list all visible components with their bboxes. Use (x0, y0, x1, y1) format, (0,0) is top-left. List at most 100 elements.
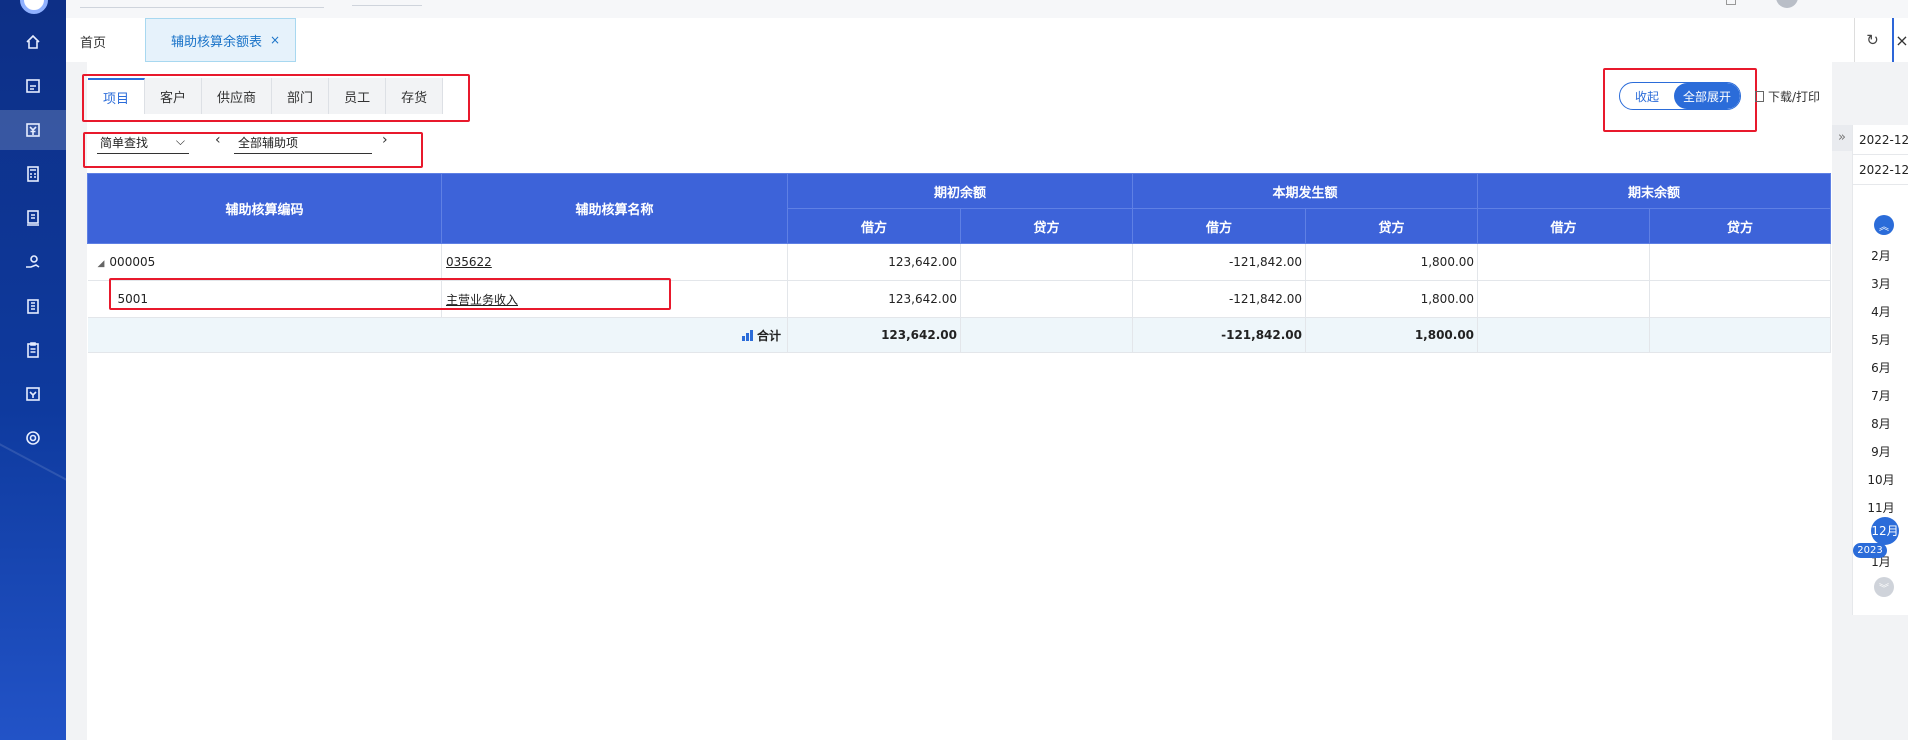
month-item[interactable]: 7月 (1853, 387, 1908, 404)
hand-coin-icon (26, 255, 40, 268)
month-item[interactable]: 9月 (1853, 443, 1908, 460)
refresh-icon[interactable]: ↻ (1854, 18, 1890, 62)
cell-open-credit (960, 243, 1134, 281)
header-closing-debit: 借方 (1477, 208, 1651, 244)
nav-settings[interactable] (0, 418, 66, 458)
table-row[interactable]: ◢ 000005 035622 123,642.00 -121,842.00 1,… (87, 243, 1832, 281)
month-item[interactable]: 4月 (1853, 303, 1908, 320)
prev-arrow-icon[interactable]: ‹ (215, 132, 221, 148)
header-opening-credit: 贷方 (959, 208, 1134, 244)
subtab-department[interactable]: 部门 (272, 78, 330, 114)
main-content: 项目 客户 供应商 部门 员工 存货 简单查找 ⌵ ‹ 全部辅助项 › 收起 全… (82, 62, 1832, 740)
total-period-credit: 1,800.00 (1305, 317, 1479, 353)
report-icon (27, 210, 39, 226)
logo (20, 0, 48, 14)
close-all-icon[interactable]: × (1892, 18, 1908, 62)
panel-expand-icon[interactable]: » (1832, 125, 1852, 151)
tree-collapse-icon[interactable]: ◢ (98, 259, 105, 269)
balance-table: 辅助核算编码 辅助核算名称 期初余额 本期发生额 期末余额 借方 贷方 借方 贷… (87, 173, 1832, 353)
top-bar (66, 0, 1908, 18)
chevron-down-icon[interactable]: ︾ (1874, 577, 1894, 597)
tab-home[interactable]: 首页 (80, 32, 106, 51)
subtab-project[interactable]: 项目 (88, 78, 146, 114)
invoice-icon (26, 387, 40, 401)
avatar[interactable] (1776, 0, 1798, 8)
yuan-icon (26, 123, 40, 137)
cell-period-debit: -121,842.00 (1132, 243, 1307, 281)
total-open-debit: 123,642.00 (787, 317, 961, 353)
lock-icon[interactable] (1726, 0, 1736, 5)
month-item[interactable]: 6月 (1853, 359, 1908, 376)
row-name-link[interactable]: 035622 (446, 255, 492, 269)
sidebar (0, 0, 66, 740)
table-row[interactable]: 5001 主营业务收入 123,642.00 -121,842.00 1,800… (87, 280, 1832, 318)
aux-item-select[interactable]: 全部辅助项 (234, 134, 372, 154)
subtab-employee[interactable]: 员工 (329, 78, 387, 114)
month-item[interactable]: 2月 (1853, 247, 1908, 264)
total-close-debit (1477, 317, 1651, 353)
cell-period-credit: 1,800.00 (1305, 243, 1479, 281)
nav-home[interactable] (0, 22, 66, 62)
period-end[interactable]: 2022-12 (1853, 155, 1908, 185)
cell-close-credit (1649, 243, 1832, 281)
nav-report[interactable] (0, 198, 66, 238)
month-item[interactable]: 3月 (1853, 275, 1908, 292)
total-label-cell: 合计 (87, 317, 788, 353)
nav-invoice[interactable] (0, 374, 66, 414)
nav-calculator[interactable] (0, 154, 66, 194)
header-closing: 期末余额 (1477, 173, 1832, 209)
subtab-supplier[interactable]: 供应商 (202, 78, 273, 114)
search-mode-select[interactable]: 简单查找 ⌵ (97, 134, 189, 154)
cell-name: 主营业务收入 (441, 280, 788, 318)
chevron-up-icon[interactable]: ︽ (1874, 215, 1894, 235)
cell-code: ◢ 000005 (87, 243, 442, 281)
header-closing-credit: 贷方 (1649, 208, 1832, 244)
next-arrow-icon[interactable]: › (382, 132, 388, 148)
subtab-inventory[interactable]: 存货 (386, 78, 444, 114)
nav-voucher[interactable] (0, 66, 66, 106)
download-label: 下载/打印 (1768, 90, 1821, 104)
header-period: 本期发生额 (1132, 173, 1479, 209)
month-item[interactable]: 5月 (1853, 331, 1908, 348)
search-mode-value: 简单查找 (100, 136, 149, 150)
month-item-current[interactable]: 12月 (1871, 517, 1899, 545)
bar-chart-icon (741, 329, 753, 341)
collapse-button[interactable]: 收起 (1620, 88, 1674, 105)
cell-open-debit: 123,642.00 (787, 280, 961, 318)
org-selector[interactable] (80, 0, 324, 8)
nav-clipboard[interactable] (0, 330, 66, 370)
document-icon (1755, 91, 1764, 102)
calculator-icon (27, 166, 39, 182)
header-code[interactable]: 辅助核算编码 (87, 173, 442, 244)
month-item[interactable]: 8月 (1853, 415, 1908, 432)
expand-toggle[interactable]: 收起 全部展开 (1619, 82, 1741, 110)
cell-close-debit (1477, 280, 1651, 318)
nav-ledger[interactable] (0, 110, 66, 150)
cell-open-credit (960, 280, 1134, 318)
nav-assets[interactable] (0, 242, 66, 282)
header-period-debit: 借方 (1132, 208, 1307, 244)
month-item[interactable]: 11月 (1853, 499, 1908, 516)
cell-code: 5001 (87, 280, 442, 318)
period-panel: 2022-12 2022-12 ︽ 2月 3月 4月 5月 6月 7月 8月 9… (1852, 125, 1908, 615)
header-opening: 期初余额 (786, 173, 1134, 209)
subtab-customer[interactable]: 客户 (145, 78, 203, 114)
period-start[interactable]: 2022-12 (1853, 125, 1908, 155)
tab-aux-balance[interactable]: 辅助核算余额表 × (145, 18, 296, 62)
month-item[interactable]: 10月 (1853, 471, 1908, 488)
download-print-button[interactable]: 下载/打印 (1755, 88, 1820, 105)
year-badge: 2023 (1853, 543, 1887, 558)
close-icon[interactable]: × (270, 33, 280, 47)
total-label: 合计 (756, 328, 781, 343)
chevron-down-icon: ⌵ (175, 134, 185, 148)
aux-type-tabs: 项目 客户 供应商 部门 员工 存货 (88, 78, 444, 114)
expand-all-button[interactable]: 全部展开 (1674, 83, 1740, 109)
top-nav-stub (352, 0, 422, 6)
header-name[interactable]: 辅助核算名称 (441, 173, 788, 244)
cell-name: 035622 (441, 243, 788, 281)
nav-building[interactable] (0, 286, 66, 326)
gear-icon (26, 431, 40, 445)
tab-aux-balance-label: 辅助核算余额表 (171, 34, 263, 50)
cell-close-debit (1477, 243, 1651, 281)
row-name-link[interactable]: 主营业务收入 (446, 293, 518, 307)
